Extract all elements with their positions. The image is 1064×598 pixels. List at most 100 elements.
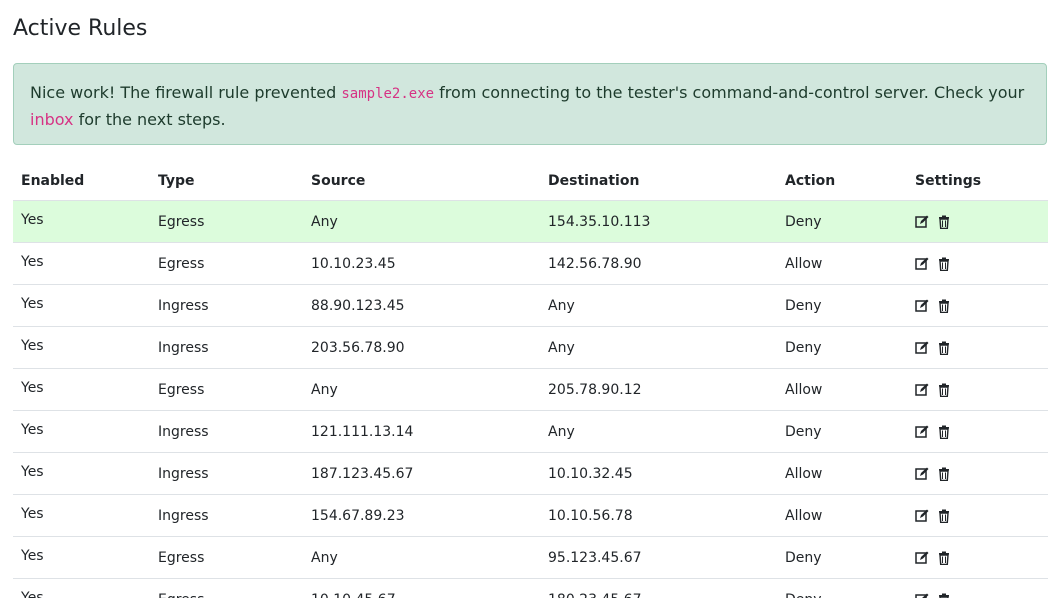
trash-icon[interactable] bbox=[937, 341, 951, 355]
table-row: Yes Ingress 187.123.45.67 10.10.32.45 Al… bbox=[13, 452, 1048, 495]
cell-type: Egress bbox=[150, 200, 303, 243]
trash-icon[interactable] bbox=[937, 215, 951, 229]
cell-settings bbox=[907, 326, 1048, 369]
cell-type: Ingress bbox=[150, 410, 303, 453]
cell-source: Any bbox=[303, 200, 540, 243]
cell-type: Ingress bbox=[150, 284, 303, 327]
cell-enabled: Yes bbox=[13, 200, 150, 243]
trash-icon[interactable] bbox=[937, 509, 951, 523]
cell-action: Deny bbox=[777, 326, 907, 369]
table-row: Yes Egress 10.10.45.67 180.23.45.67 Deny bbox=[13, 578, 1048, 598]
cell-type: Egress bbox=[150, 242, 303, 285]
cell-settings bbox=[907, 368, 1048, 411]
rules-table: Enabled Type Source Destination Action S… bbox=[13, 162, 1048, 598]
cell-settings bbox=[907, 410, 1048, 453]
cell-source: 121.111.13.14 bbox=[303, 410, 540, 453]
trash-icon[interactable] bbox=[937, 425, 951, 439]
header-enabled: Enabled bbox=[13, 162, 150, 201]
cell-destination: 95.123.45.67 bbox=[540, 536, 777, 579]
edit-icon[interactable] bbox=[915, 425, 929, 439]
cell-settings bbox=[907, 200, 1048, 243]
trash-icon[interactable] bbox=[937, 257, 951, 271]
success-alert: Nice work! The firewall rule prevented s… bbox=[13, 63, 1047, 145]
cell-destination: 10.10.32.45 bbox=[540, 452, 777, 495]
header-source: Source bbox=[303, 162, 540, 201]
cell-enabled: Yes bbox=[13, 494, 150, 537]
alert-text-before: Nice work! The firewall rule prevented bbox=[30, 83, 342, 102]
table-header-row: Enabled Type Source Destination Action S… bbox=[13, 162, 1048, 201]
header-settings: Settings bbox=[907, 162, 1048, 201]
cell-action: Deny bbox=[777, 578, 907, 598]
table-row: Yes Ingress 203.56.78.90 Any Deny bbox=[13, 326, 1048, 369]
cell-settings bbox=[907, 494, 1048, 537]
cell-destination: 154.35.10.113 bbox=[540, 200, 777, 243]
trash-icon[interactable] bbox=[937, 467, 951, 481]
trash-icon[interactable] bbox=[937, 551, 951, 565]
alert-text-after: for the next steps. bbox=[73, 110, 226, 129]
edit-icon[interactable] bbox=[915, 299, 929, 313]
cell-destination: Any bbox=[540, 284, 777, 327]
inbox-link[interactable]: inbox bbox=[30, 110, 74, 129]
cell-enabled: Yes bbox=[13, 578, 150, 598]
trash-icon[interactable] bbox=[937, 593, 951, 598]
trash-icon[interactable] bbox=[937, 383, 951, 397]
cell-destination: Any bbox=[540, 410, 777, 453]
cell-destination: 180.23.45.67 bbox=[540, 578, 777, 598]
header-destination: Destination bbox=[540, 162, 777, 201]
edit-icon[interactable] bbox=[915, 593, 929, 598]
cell-type: Ingress bbox=[150, 326, 303, 369]
cell-destination: 142.56.78.90 bbox=[540, 242, 777, 285]
cell-source: 10.10.23.45 bbox=[303, 242, 540, 285]
cell-source: 10.10.45.67 bbox=[303, 578, 540, 598]
table-row: Yes Egress Any 95.123.45.67 Deny bbox=[13, 536, 1048, 579]
cell-source: Any bbox=[303, 368, 540, 411]
alert-text-middle: from connecting to the tester's command-… bbox=[434, 83, 1025, 102]
cell-action: Allow bbox=[777, 494, 907, 537]
cell-source: 187.123.45.67 bbox=[303, 452, 540, 495]
cell-enabled: Yes bbox=[13, 284, 150, 327]
rules-table-body: Yes Egress Any 154.35.10.113 Deny Yes Eg… bbox=[13, 200, 1048, 598]
cell-action: Deny bbox=[777, 410, 907, 453]
page-title: Active Rules bbox=[13, 16, 148, 41]
alert-code: sample2.exe bbox=[341, 86, 435, 102]
cell-settings bbox=[907, 536, 1048, 579]
table-row: Yes Egress 10.10.23.45 142.56.78.90 Allo… bbox=[13, 242, 1048, 285]
edit-icon[interactable] bbox=[915, 383, 929, 397]
edit-icon[interactable] bbox=[915, 509, 929, 523]
edit-icon[interactable] bbox=[915, 467, 929, 481]
trash-icon[interactable] bbox=[937, 299, 951, 313]
cell-type: Egress bbox=[150, 368, 303, 411]
table-row: Yes Egress Any 154.35.10.113 Deny bbox=[13, 200, 1048, 243]
edit-icon[interactable] bbox=[915, 257, 929, 271]
cell-settings bbox=[907, 242, 1048, 285]
cell-destination: Any bbox=[540, 326, 777, 369]
cell-source: 203.56.78.90 bbox=[303, 326, 540, 369]
cell-enabled: Yes bbox=[13, 452, 150, 495]
cell-type: Egress bbox=[150, 578, 303, 598]
edit-icon[interactable] bbox=[915, 341, 929, 355]
cell-action: Allow bbox=[777, 452, 907, 495]
cell-type: Ingress bbox=[150, 452, 303, 495]
header-action: Action bbox=[777, 162, 907, 201]
cell-action: Allow bbox=[777, 242, 907, 285]
header-type: Type bbox=[150, 162, 303, 201]
cell-source: Any bbox=[303, 536, 540, 579]
edit-icon[interactable] bbox=[915, 551, 929, 565]
cell-enabled: Yes bbox=[13, 536, 150, 579]
cell-action: Deny bbox=[777, 536, 907, 579]
cell-source: 154.67.89.23 bbox=[303, 494, 540, 537]
cell-settings bbox=[907, 284, 1048, 327]
table-row: Yes Ingress 121.111.13.14 Any Deny bbox=[13, 410, 1048, 453]
cell-destination: 205.78.90.12 bbox=[540, 368, 777, 411]
cell-action: Deny bbox=[777, 200, 907, 243]
table-row: Yes Egress Any 205.78.90.12 Allow bbox=[13, 368, 1048, 411]
cell-enabled: Yes bbox=[13, 242, 150, 285]
cell-source: 88.90.123.45 bbox=[303, 284, 540, 327]
cell-settings bbox=[907, 578, 1048, 598]
cell-destination: 10.10.56.78 bbox=[540, 494, 777, 537]
edit-icon[interactable] bbox=[915, 215, 929, 229]
cell-enabled: Yes bbox=[13, 326, 150, 369]
cell-action: Allow bbox=[777, 368, 907, 411]
cell-settings bbox=[907, 452, 1048, 495]
cell-enabled: Yes bbox=[13, 410, 150, 453]
